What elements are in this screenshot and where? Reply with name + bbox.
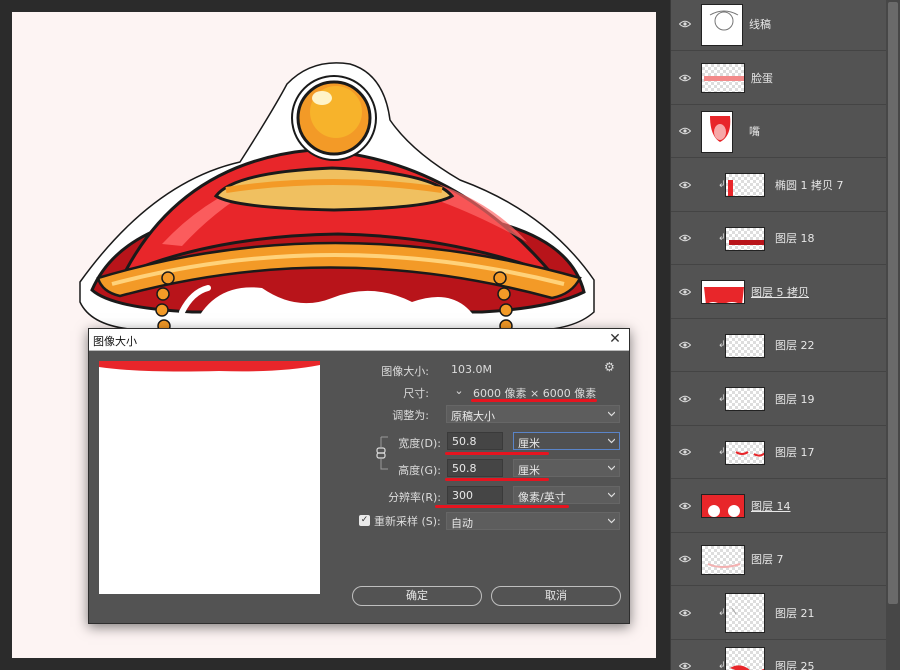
image-size-value: 103.0M: [451, 363, 492, 376]
resolution-input-value: 300: [452, 489, 473, 502]
width-input[interactable]: 50.8: [447, 432, 503, 450]
layer-name: 图层 25: [775, 660, 815, 670]
eye-icon[interactable]: [679, 446, 691, 458]
eye-icon[interactable]: [679, 286, 691, 298]
layer-thumbnail: [725, 226, 765, 251]
resolution-input[interactable]: 300: [447, 486, 503, 504]
layers-panel: 线稿脸蛋嘴 ↲ 椭圆 1 拷贝 7 ↲ 图层 18 图层 5 拷贝 ↲ 图层 22 ↲ 图层 19…: [670, 0, 900, 670]
layer-row[interactable]: ↲ 图层 19: [671, 373, 889, 426]
resolution-unit-select[interactable]: 像素/英寸: [513, 486, 620, 504]
layer-row[interactable]: 线稿: [671, 0, 889, 51]
layer-name: 图层 5 拷贝: [751, 285, 809, 299]
layer-row[interactable]: ↲ 图层 18: [671, 212, 889, 265]
eye-icon[interactable]: [679, 393, 691, 405]
annotation-underline-resolution: [435, 505, 569, 508]
layer-row[interactable]: ↲ 图层 21: [671, 587, 889, 640]
eye-icon[interactable]: [679, 339, 691, 351]
gear-icon[interactable]: ⚙: [604, 360, 615, 374]
layer-row[interactable]: ↲ 图层 25: [671, 640, 889, 670]
height-unit-select[interactable]: 厘米: [513, 459, 620, 477]
resample-checkbox[interactable]: ✓: [359, 515, 370, 526]
layer-row[interactable]: 图层 14: [671, 480, 889, 533]
cancel-button[interactable]: 取消: [491, 586, 621, 606]
layer-row[interactable]: 嘴: [671, 105, 889, 158]
chevron-down-icon: [608, 518, 615, 524]
chevron-down-icon: [608, 438, 615, 444]
preview-image: [99, 361, 320, 372]
layer-row[interactable]: 图层 5 拷贝: [671, 266, 889, 319]
layer-row[interactable]: ↲ 图层 22: [671, 319, 889, 372]
fit-to-select[interactable]: 原稿大小: [446, 405, 620, 423]
width-label: 宽度(D):: [398, 437, 441, 450]
layer-name: 图层 17: [775, 446, 815, 459]
layer-thumbnail: [701, 544, 745, 575]
eye-icon[interactable]: [679, 18, 691, 30]
layer-name: 图层 7: [751, 553, 784, 566]
height-unit-value: 厘米: [518, 464, 540, 477]
dialog-title: 图像大小: [93, 335, 137, 348]
layer-thumbnail: [701, 110, 733, 153]
layer-name: 脸蛋: [751, 71, 773, 85]
eye-icon[interactable]: [679, 500, 691, 512]
layer-name: 图层 22: [775, 339, 815, 352]
layers-scrollbar-thumb[interactable]: [888, 2, 898, 604]
width-input-value: 50.8: [452, 435, 477, 448]
layer-row[interactable]: 脸蛋: [671, 52, 889, 105]
layer-thumbnail: [725, 387, 765, 411]
layer-name: 图层 19: [775, 392, 815, 406]
chevron-down-icon: [608, 411, 615, 417]
height-input[interactable]: 50.8: [447, 459, 503, 477]
image-preview[interactable]: [99, 361, 320, 594]
chevron-down-icon: [608, 492, 615, 498]
resolution-label: 分辨率(R):: [388, 491, 441, 504]
layer-name: 椭圆 1 拷贝 7: [775, 178, 844, 192]
layer-thumbnail: [725, 333, 765, 358]
annotation-underline-dimensions: [471, 399, 597, 402]
resolution-unit-value: 像素/英寸: [518, 491, 566, 504]
layer-thumbnail: [701, 280, 745, 304]
layer-thumbnail: [725, 173, 765, 197]
layer-thumbnail: [725, 440, 765, 465]
eye-icon[interactable]: [679, 232, 691, 244]
layer-name: 图层 18: [775, 232, 815, 245]
chevron-down-icon[interactable]: ⌄: [453, 384, 465, 397]
layer-thumbnail: [725, 593, 765, 633]
resample-value: 自动: [451, 517, 473, 530]
height-label: 高度(G):: [398, 464, 441, 477]
eye-icon[interactable]: [679, 607, 691, 619]
annotation-underline-height: [445, 478, 549, 481]
chevron-down-icon: [608, 465, 615, 471]
eye-icon[interactable]: [679, 660, 691, 670]
fit-to-label: 调整为:: [392, 409, 429, 422]
eye-icon[interactable]: [679, 72, 691, 84]
layer-name: 线稿: [749, 18, 771, 31]
layer-name: 图层 21: [775, 606, 815, 620]
layer-row[interactable]: ↲ 图层 17: [671, 426, 889, 479]
width-unit-select[interactable]: 厘米: [513, 432, 620, 450]
layer-thumbnail: [701, 63, 745, 93]
width-unit-value: 厘米: [518, 437, 540, 450]
height-input-value: 50.8: [452, 462, 477, 475]
annotation-underline-width: [445, 452, 549, 455]
layer-thumbnail: [701, 494, 745, 518]
eye-icon[interactable]: [679, 179, 691, 191]
ok-button[interactable]: 确定: [352, 586, 482, 606]
image-size-dialog: 图像大小 ✕ 图像大小: 103.0M ⚙ 尺寸: ⌄ 6000 像素 × 60…: [88, 328, 630, 624]
layer-row[interactable]: 图层 7: [671, 533, 889, 586]
eye-icon[interactable]: [679, 553, 691, 565]
layer-thumbnail: [701, 3, 743, 46]
resample-label: 重新采样 (S):: [374, 515, 441, 528]
fit-to-value: 原稿大小: [451, 410, 495, 423]
dimensions-label: 尺寸:: [403, 387, 429, 400]
resample-select[interactable]: 自动: [446, 512, 620, 530]
image-size-label: 图像大小:: [381, 365, 429, 378]
layer-row[interactable]: ↲ 椭圆 1 拷贝 7: [671, 159, 889, 212]
layer-thumbnail: [725, 646, 765, 670]
layer-name: 嘴: [749, 125, 760, 138]
eye-icon[interactable]: [679, 125, 691, 137]
layer-name: 图层 14: [751, 499, 791, 513]
dialog-titlebar[interactable]: 图像大小 ✕: [89, 329, 629, 351]
close-icon[interactable]: ✕: [607, 330, 623, 348]
